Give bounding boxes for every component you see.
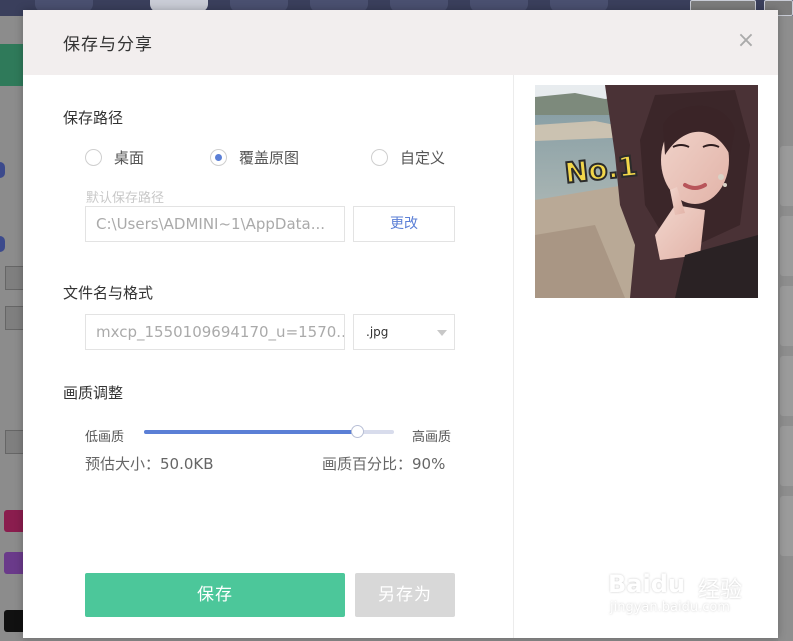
- watermark-brand: Baidu: [608, 570, 685, 598]
- background-sticker-card: [780, 356, 793, 416]
- quality-slider-fill: [144, 430, 357, 434]
- quality-slider-handle[interactable]: [351, 425, 364, 438]
- background-color-swatch: [4, 552, 23, 574]
- baidu-jingyan-watermark: Baidu 经验 jingyan.baidu.com: [608, 556, 753, 620]
- quality-slider[interactable]: [144, 425, 394, 438]
- quality-section-title: 画质调整: [63, 384, 124, 402]
- default-path-label: 默认保存路径: [86, 191, 165, 206]
- radio-overwrite-label: 覆盖原图: [239, 148, 300, 167]
- save-share-dialog: 保存与分享 × 保存路径 桌面 覆盖原图 自定义 默认保存路径 C:\Users…: [23, 10, 778, 638]
- quality-percent: 画质百分比：90%: [322, 455, 446, 473]
- radio-circle[interactable]: [371, 148, 388, 166]
- preview-image: No.1: [535, 85, 758, 298]
- background-sticker-card: [780, 216, 793, 276]
- radio-custom-label: 自定义: [400, 148, 446, 167]
- change-path-button[interactable]: 更改: [353, 206, 455, 242]
- format-select[interactable]: .jpg: [353, 314, 455, 350]
- filename-field[interactable]: mxcp_1550109694170_u=1570...: [85, 314, 345, 350]
- save-as-button[interactable]: 另存为: [355, 573, 455, 617]
- background-color-swatch: [4, 610, 23, 632]
- background-left-panel: [0, 16, 23, 641]
- save-path-field[interactable]: C:\Users\ADMINI~1\AppData...: [85, 206, 345, 242]
- background-italic-tool: [5, 306, 23, 330]
- background-marker: [0, 162, 5, 178]
- radio-desktop-label: 桌面: [114, 148, 145, 167]
- format-value: .jpg: [366, 325, 389, 339]
- watermark-site: jingyan.baidu.com: [610, 600, 730, 615]
- background-right-panel: [778, 16, 793, 641]
- background-sticker-card: [780, 496, 793, 556]
- preview-photo: No.1: [535, 85, 758, 298]
- high-quality-label: 高画质: [412, 430, 452, 445]
- radio-overwrite-original[interactable]: 覆盖原图: [210, 147, 299, 167]
- background-green-tool: [0, 44, 23, 86]
- close-icon[interactable]: ×: [735, 30, 757, 52]
- dialog-title: 保存与分享: [63, 35, 153, 55]
- background-marker: [0, 236, 5, 252]
- save-button[interactable]: 保存: [85, 573, 345, 617]
- panel-divider: [513, 75, 514, 638]
- background-sticker-card: [780, 146, 793, 206]
- radio-custom[interactable]: 自定义: [371, 147, 445, 167]
- radio-circle-checked[interactable]: [210, 148, 227, 166]
- background-align-tool: [5, 266, 23, 290]
- chevron-down-icon: [437, 330, 447, 336]
- low-quality-label: 低画质: [85, 430, 125, 445]
- background-sticker-card: [780, 286, 793, 346]
- background-input-box: [5, 430, 23, 454]
- file-section-title: 文件名与格式: [63, 284, 154, 302]
- estimated-size: 预估大小：50.0KB: [85, 455, 214, 473]
- background-sticker-card: [780, 426, 793, 486]
- radio-desktop[interactable]: 桌面: [85, 147, 144, 167]
- save-path-title: 保存路径: [63, 109, 124, 127]
- background-color-swatch: [4, 510, 23, 532]
- dialog-header: 保存与分享 ×: [23, 10, 778, 75]
- radio-circle[interactable]: [85, 148, 102, 166]
